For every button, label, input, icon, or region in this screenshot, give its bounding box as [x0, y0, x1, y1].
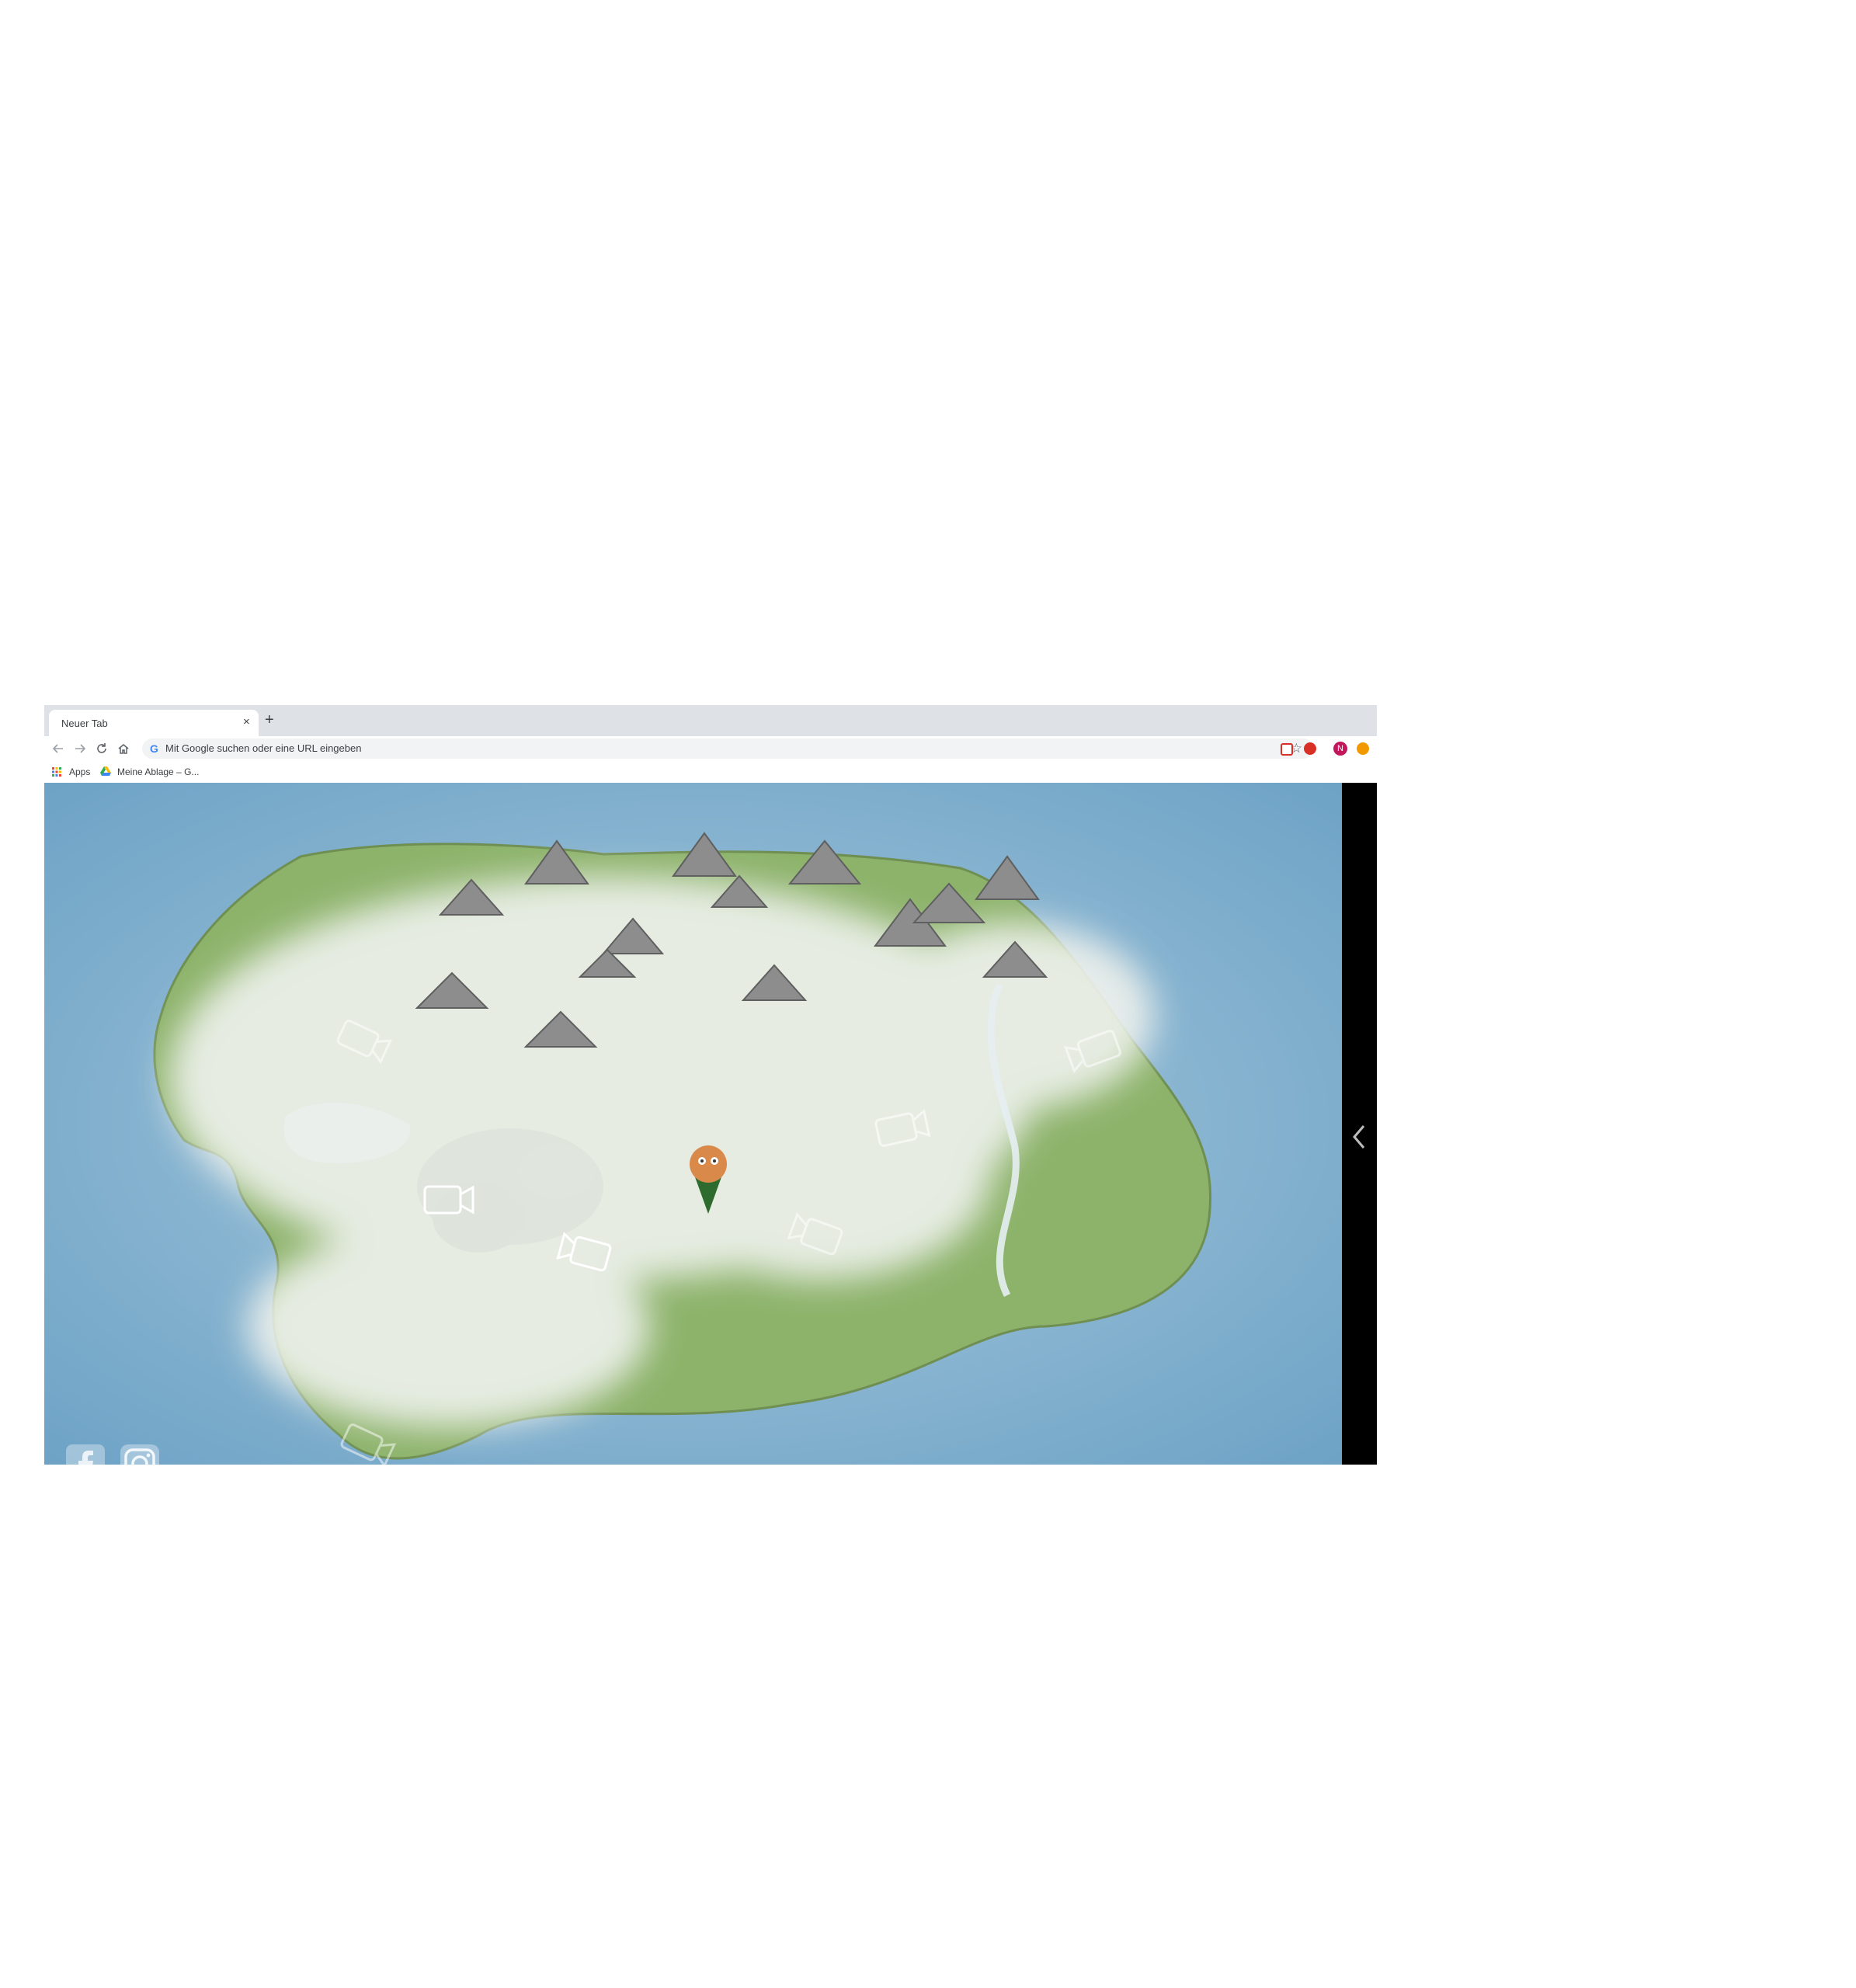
- toolbar: G Mit Google suchen oder eine URL eingeb…: [44, 736, 1377, 761]
- extension-adblock-icon[interactable]: [1304, 742, 1316, 755]
- tab-new-tab[interactable]: Neuer Tab ×: [49, 710, 259, 736]
- back-icon[interactable]: [49, 736, 68, 761]
- close-tab-icon[interactable]: ×: [243, 716, 250, 728]
- side-panel: [1342, 783, 1377, 1465]
- bookmark-meine-ablage[interactable]: Meine Ablage – G...: [117, 766, 199, 777]
- browser-window: Neuer Tab × + G Mit Google suchen oder e…: [44, 705, 1377, 1465]
- instagram-icon[interactable]: [119, 1443, 161, 1465]
- extension-red-icon[interactable]: [1281, 743, 1293, 756]
- chevron-left-icon[interactable]: [1350, 1123, 1368, 1155]
- island-map[interactable]: [44, 783, 1342, 1465]
- profile-avatar[interactable]: N: [1333, 742, 1347, 756]
- extension-orange-icon[interactable]: [1357, 742, 1369, 755]
- address-bar[interactable]: G Mit Google suchen oder eine URL eingeb…: [142, 739, 1313, 759]
- reload-icon[interactable]: [92, 736, 111, 761]
- forward-icon[interactable]: [71, 736, 89, 761]
- address-placeholder: Mit Google suchen oder eine URL eingeben: [165, 742, 362, 754]
- bookmarks-bar: Apps Meine Ablage – G...: [44, 761, 1377, 784]
- new-tab-button[interactable]: +: [265, 712, 274, 728]
- bookmark-apps[interactable]: Apps: [69, 766, 90, 777]
- google-drive-icon: [100, 766, 111, 776]
- home-icon[interactable]: [114, 736, 133, 761]
- page-content: [44, 783, 1377, 1465]
- google-icon: G: [150, 742, 158, 755]
- tab-strip: Neuer Tab × +: [44, 705, 1377, 736]
- apps-grid-icon: [52, 767, 61, 777]
- tab-title: Neuer Tab: [61, 718, 108, 729]
- facebook-icon[interactable]: [64, 1443, 106, 1465]
